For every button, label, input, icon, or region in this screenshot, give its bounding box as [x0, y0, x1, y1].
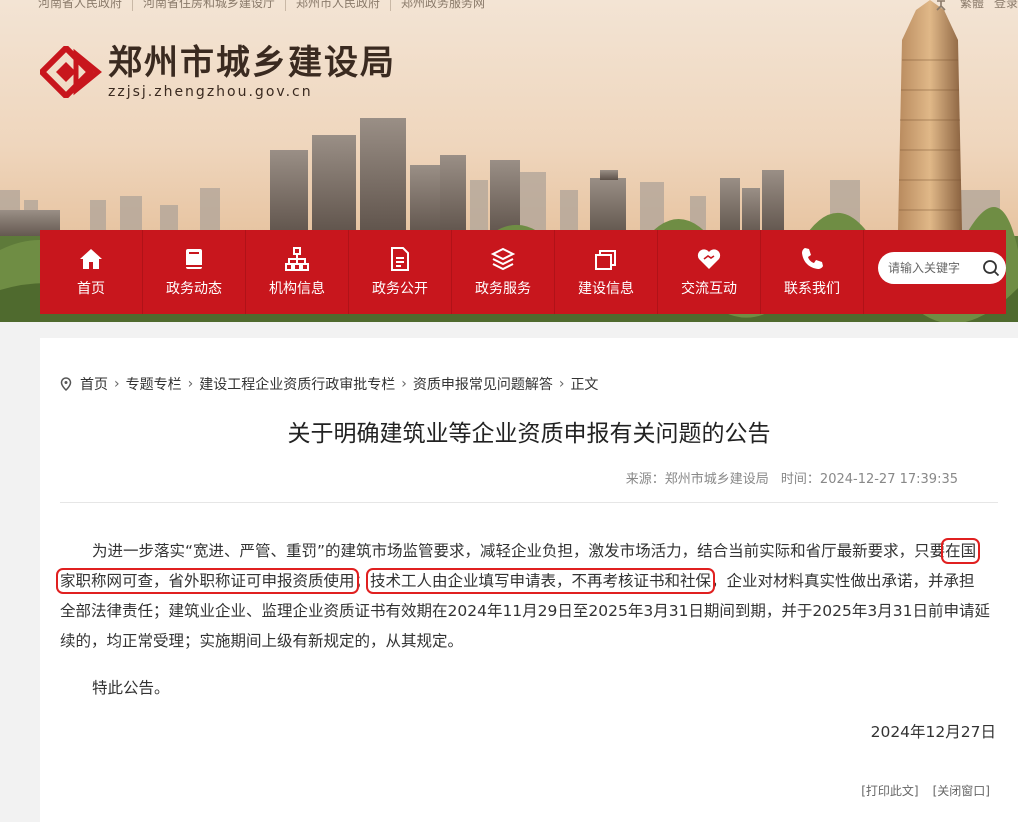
article-title: 关于明确建筑业等企业资质申报有关问题的公告 — [287, 421, 771, 447]
top-link-zhengzhou-gov[interactable]: 郑州市人民政府 — [286, 0, 392, 11]
nav-label: 首页 — [77, 281, 105, 297]
nav-label: 政务服务 — [475, 281, 531, 297]
breadcrumb-separator: › — [401, 376, 407, 392]
article-paragraph: 为进一步落实“宽进、严管、重罚”的建筑市场监管要求，减轻企业负担，激发市场活力，… — [55, 536, 990, 656]
nav-item-contact[interactable]: 联系我们 — [761, 230, 864, 314]
traditional-chinese-link[interactable]: 繁體 — [960, 0, 984, 11]
divider — [60, 502, 998, 503]
breadcrumb-home[interactable]: 首页 — [80, 374, 108, 394]
article-date: 2024年12月27日 — [870, 723, 996, 741]
nav-label: 交流互动 — [681, 281, 737, 297]
site-title: 郑州市城乡建设局 — [108, 43, 396, 83]
nav-label: 政务公开 — [372, 281, 428, 297]
nav-item-construction[interactable]: 建设信息 — [555, 230, 658, 314]
article-source: 郑州市城乡建设局 — [664, 472, 769, 487]
login-link[interactable]: 登录 — [994, 0, 1018, 11]
close-window-link[interactable]: [关闭窗口] — [933, 782, 990, 799]
phone-icon — [802, 248, 823, 269]
article-time: 2024-12-27 17:39:35 — [819, 472, 958, 487]
article-closing: 特此公告。 — [92, 679, 170, 697]
book-icon — [186, 249, 202, 269]
top-link-zhengzhou-service[interactable]: 郑州政务服务网 — [391, 0, 495, 11]
highlighted-text-skilled-workers: 技术工人由企业填写申请表，不再考核证书和社保 — [366, 568, 716, 594]
top-right-tools: 繁體 登录 — [932, 0, 1018, 11]
nav-label: 机构信息 — [269, 281, 325, 297]
heart-handshake-icon — [697, 249, 721, 269]
breadcrumb: 首页 › 专题专栏 › 建设工程企业资质行政审批专栏 › 资质申报常见问题解答 … — [60, 374, 598, 394]
nav-item-disclosure[interactable]: 政务公开 — [349, 230, 452, 314]
nav-label: 建设信息 — [578, 281, 634, 297]
nav-label: 联系我们 — [784, 281, 840, 297]
article-meta: 来源：郑州市城乡建设局 时间：2024-12-27 17:39:35 — [40, 468, 958, 487]
time-label: 时间： — [780, 472, 820, 487]
layers-icon — [490, 247, 516, 271]
breadcrumb-separator: › — [558, 376, 565, 392]
breadcrumb-qualification-column[interactable]: 建设工程企业资质行政审批专栏 — [199, 374, 395, 394]
paragraph-text-a: 为进一步落实“宽进、严管、重罚”的建筑市场监管要求，减轻企业负担，激发市场活力，… — [92, 542, 946, 560]
site-url: zzjsj.zhengzhou.gov.cn — [108, 84, 313, 100]
source-label: 来源： — [625, 472, 665, 487]
home-icon — [80, 249, 102, 269]
nav-item-org[interactable]: 机构信息 — [246, 230, 349, 314]
location-pin-icon — [60, 377, 72, 391]
article-card: 首页 › 专题专栏 › 建设工程企业资质行政审批专栏 › 资质申报常见问题解答 … — [40, 338, 1018, 822]
search-input[interactable] — [888, 261, 980, 275]
search-box — [878, 252, 1006, 284]
site-logo[interactable]: 郑州市城乡建设局 zzjsj.zhengzhou.gov.cn — [40, 44, 396, 100]
breadcrumb-separator: › — [187, 376, 194, 392]
document-icon — [391, 247, 409, 271]
logo-emblem-icon — [40, 46, 102, 98]
nav-item-interaction[interactable]: 交流互动 — [658, 230, 761, 314]
search-icon[interactable] — [982, 259, 1000, 277]
article-body: 为进一步落实“宽进、严管、重罚”的建筑市场监管要求，减轻企业负担，激发市场活力，… — [55, 536, 990, 703]
print-link[interactable]: [打印此文] — [861, 782, 918, 799]
nav-item-home[interactable]: 首页 — [40, 230, 143, 314]
paragraph-text-b: ； — [354, 572, 371, 590]
top-link-henan-gov[interactable]: 河南省人民政府 — [38, 0, 134, 11]
org-chart-icon — [285, 247, 309, 271]
article-actions: [打印此文] [关闭窗口] — [861, 782, 990, 799]
top-link-henan-housing[interactable]: 河南省住房和城乡建设厅 — [133, 0, 287, 11]
nav-item-news[interactable]: 政务动态 — [143, 230, 246, 314]
breadcrumb-separator: › — [114, 376, 120, 392]
stack-icon — [595, 250, 616, 270]
top-bar: 河南省人民政府 河南省住房和城乡建设厅 郑州市人民政府 郑州政务服务网 繁體 登… — [0, 0, 1018, 11]
gov-links: 河南省人民政府 河南省住房和城乡建设厅 郑州市人民政府 郑州政务服务网 — [38, 0, 495, 11]
breadcrumb-topics[interactable]: 专题专栏 — [126, 374, 182, 394]
nav-label: 政务动态 — [166, 281, 222, 297]
breadcrumb-faq[interactable]: 资质申报常见问题解答 — [413, 374, 553, 394]
nav-item-services[interactable]: 政务服务 — [452, 230, 555, 314]
accessibility-icon[interactable] — [932, 0, 950, 11]
breadcrumb-current: 正文 — [570, 377, 599, 393]
main-nav: 首页 政务动态 机构信息 政务公开 政务服务 建设信息 交流互动 联系我们 — [40, 230, 1006, 314]
